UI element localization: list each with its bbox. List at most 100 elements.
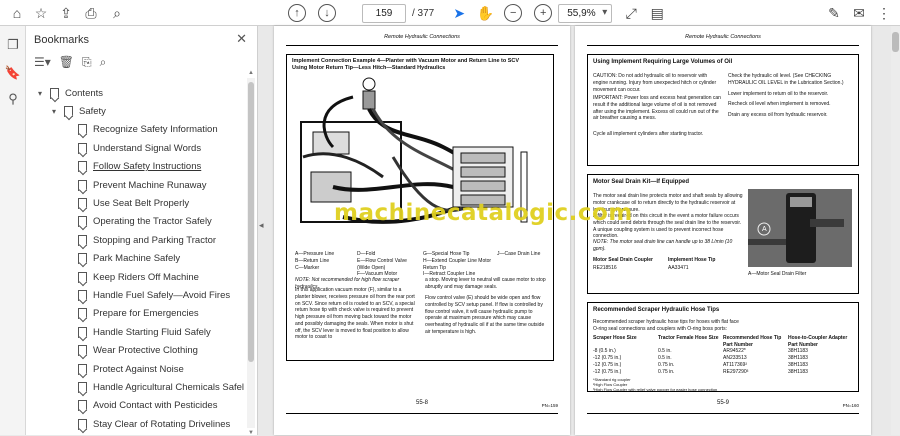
print-icon[interactable]: ⎙ (82, 4, 100, 22)
bookmark-item[interactable]: Prepare for Emergencies (66, 305, 199, 323)
scroll-down-icon[interactable]: ▼ (247, 430, 255, 436)
home-icon[interactable]: ⌂ (8, 4, 26, 22)
bookmark-label: Park Machine Safely (93, 253, 181, 265)
hose-table-header: Scraper Hose Size (593, 335, 637, 341)
paragraph-1: In this application vacuum motor (F), si… (295, 287, 415, 341)
bookmark-item[interactable]: Park Machine Safely (66, 250, 180, 268)
hose-table-cell: AN233513 (723, 355, 747, 361)
legend-col1: A—Pressure Line B—Return Line C—Marker (295, 251, 335, 271)
bookmark-item[interactable]: Wear Protective Clothing (66, 342, 198, 360)
bookmark-item[interactable]: ▾ Contents (38, 84, 103, 102)
hose-table-cell: 0.75 in. (658, 369, 675, 375)
close-icon[interactable]: ✕ (236, 31, 247, 47)
document-scrollbar[interactable] (891, 26, 900, 435)
bookmark-label: Handle Starting Fluid Safely (93, 326, 211, 338)
expand-chevron-icon[interactable]: ▾ (38, 89, 48, 98)
bookmark-icon (78, 197, 87, 209)
scroll-mode-icon[interactable]: ▤ (648, 4, 666, 22)
zoom-in-button[interactable]: + (534, 4, 553, 22)
seal-drain-note: NOTE: The motor seal drain line can hand… (593, 239, 733, 252)
hose-table-cell: -12 (0.75 in.) (593, 369, 622, 375)
bookmark-search-icon[interactable]: ⌕ (100, 55, 107, 70)
page-number-input[interactable]: 159 (362, 3, 406, 23)
svg-text:A: A (762, 226, 767, 233)
bookmark-label: Contents (65, 87, 104, 99)
comment-icon[interactable]: ✉ (850, 4, 868, 22)
page-footer: 55-8 PN=159 (286, 400, 558, 423)
watermark-text: machinecatalogic.com (334, 200, 633, 226)
bookmark-label: Handle Agricultural Chemicals Safely (93, 381, 244, 393)
bookmarks-icon[interactable]: 🔖 (4, 64, 22, 82)
hose-table-cell: 0.5 in. (658, 355, 672, 361)
bookmark-item[interactable]: Protect Against Noise (66, 360, 184, 378)
section-title: Recommended Scraper Hydraulic Hose Tips (593, 307, 720, 313)
scrollbar-thumb[interactable] (248, 82, 254, 362)
bookmark-item[interactable]: Keep Riders Off Machine (66, 268, 199, 286)
page-navigation: ↑ ↓ 159 / 377 ➤ ✋ − + 55,9% ⤢ ▤ (282, 3, 666, 23)
more-menu-icon[interactable]: ⋮ (875, 4, 893, 22)
bookmark-item[interactable]: Recognize Safety Information (66, 121, 218, 139)
page-header: Remote Hydraulic Connections (286, 34, 558, 46)
bookmark-item[interactable]: Use Seat Belt Properly (66, 194, 189, 212)
hand-tool-icon[interactable]: ✋ (476, 4, 494, 22)
page-header: Remote Hydraulic Connections (587, 34, 859, 46)
hose-table-header: Recommended Hose Tip Part Number (723, 335, 782, 348)
delete-icon[interactable]: 🗑 (59, 55, 74, 69)
hose-table-cell: 0.5 in. (658, 348, 672, 354)
section-title: Motor Seal Drain Kit—If Equipped (593, 179, 690, 185)
pdf-page-right: Remote Hydraulic Connections Using Imple… (575, 26, 871, 435)
hose-table-cell: 38H1183 (788, 369, 808, 375)
bookmark-label: Use Seat Belt Properly (93, 197, 190, 209)
top-toolbar: ⌂ ☆ ⇪ ⎙ ⌕ ↑ ↓ 159 / 377 ➤ ✋ − + 55,9% ⤢ … (0, 0, 900, 26)
bookmark-icon (78, 400, 87, 412)
figure-caption: A—Motor Seal Drain Filter (748, 271, 807, 277)
hose-table-cell: 38H1183 (788, 348, 808, 354)
scroll-up-icon[interactable]: ▲ (247, 70, 255, 76)
bookmark-icon (78, 271, 87, 283)
legend-col3: G—Special Hose Tip H—Extend Coupler Line … (423, 251, 492, 278)
bookmark-icon (78, 216, 87, 228)
options-menu-icon[interactable]: ☰▾ (34, 55, 51, 69)
bookmarks-panel: Bookmarks ✕ ☰▾ 🗑 ⎘ ⌕ ▾ Contents ▾ Safety Rec… (26, 26, 258, 436)
page-corner: PN=160 (842, 403, 859, 408)
bookmark-item[interactable]: Stay Clear of Rotating Drivelines (66, 415, 230, 433)
bookmark-tree: ▾ Contents ▾ Safety Recognize Safety Informa… (26, 78, 244, 435)
bookmark-item[interactable]: Operating the Tractor Safely (66, 213, 212, 231)
bookmark-item[interactable]: Understand Signal Words (66, 139, 201, 157)
bookmarks-scrollbar[interactable]: ▲ ▼ (247, 70, 255, 436)
select-cursor-icon[interactable]: ➤ (450, 4, 468, 22)
bookmark-item[interactable]: Handle Agricultural Chemicals Safely (66, 378, 244, 396)
bookmark-star-icon[interactable]: ☆ (32, 4, 50, 22)
zoom-level-select[interactable]: 55,9% (558, 3, 613, 23)
bookmark-item[interactable]: ▾ Safety (52, 102, 106, 120)
bookmark-item[interactable]: Handle Starting Fluid Safely (66, 323, 211, 341)
sign-pen-icon[interactable]: ✎ (825, 4, 843, 22)
search-icon[interactable]: ⌕ (108, 4, 126, 22)
bookmark-item[interactable]: Prevent Machine Runaway (66, 176, 207, 194)
new-bookmark-icon[interactable]: ⎘ (82, 55, 92, 70)
next-page-button[interactable]: ↓ (318, 4, 336, 22)
cycle-text: Cycle all implement cylinders after star… (593, 131, 704, 137)
page-number: 55-8 (415, 400, 428, 406)
bookmark-item[interactable]: Stopping and Parking Tractor (66, 231, 216, 249)
steps-list: Check the hydraulic oil level. (See CHEC… (728, 73, 844, 118)
seal-drain-filter-photo: A (748, 189, 852, 267)
bookmark-item[interactable]: Follow Safety Instructions (66, 158, 201, 176)
collapse-panel-icon[interactable]: ◂ (259, 220, 269, 234)
page-thumbnails-icon[interactable]: ❐ (4, 36, 22, 54)
previous-page-button[interactable]: ↑ (288, 4, 306, 22)
bookmark-item[interactable]: Handle Fuel Safely—Avoid Fires (66, 286, 230, 304)
expand-chevron-icon[interactable]: ▾ (52, 107, 62, 116)
bookmark-item[interactable]: Avoid Contact with Pesticides (66, 397, 217, 415)
scrollbar-thumb[interactable] (892, 32, 899, 52)
attachments-icon[interactable]: ⚲ (4, 90, 22, 108)
zoom-out-button[interactable]: − (504, 4, 523, 22)
bookmark-label: Understand Signal Words (93, 142, 202, 154)
paragraph-2: a stop. Moving lever to neutral will cau… (425, 277, 546, 290)
upload-cloud-icon[interactable]: ⇪ (57, 4, 75, 22)
bookmark-icon (78, 289, 87, 301)
bookmark-icon (78, 345, 87, 357)
bookmark-label: Avoid Contact with Pesticides (93, 400, 218, 412)
hose-table-header: Tractor Female Hose Size (658, 335, 719, 341)
page-fit-icon[interactable]: ⤢ (622, 4, 640, 22)
